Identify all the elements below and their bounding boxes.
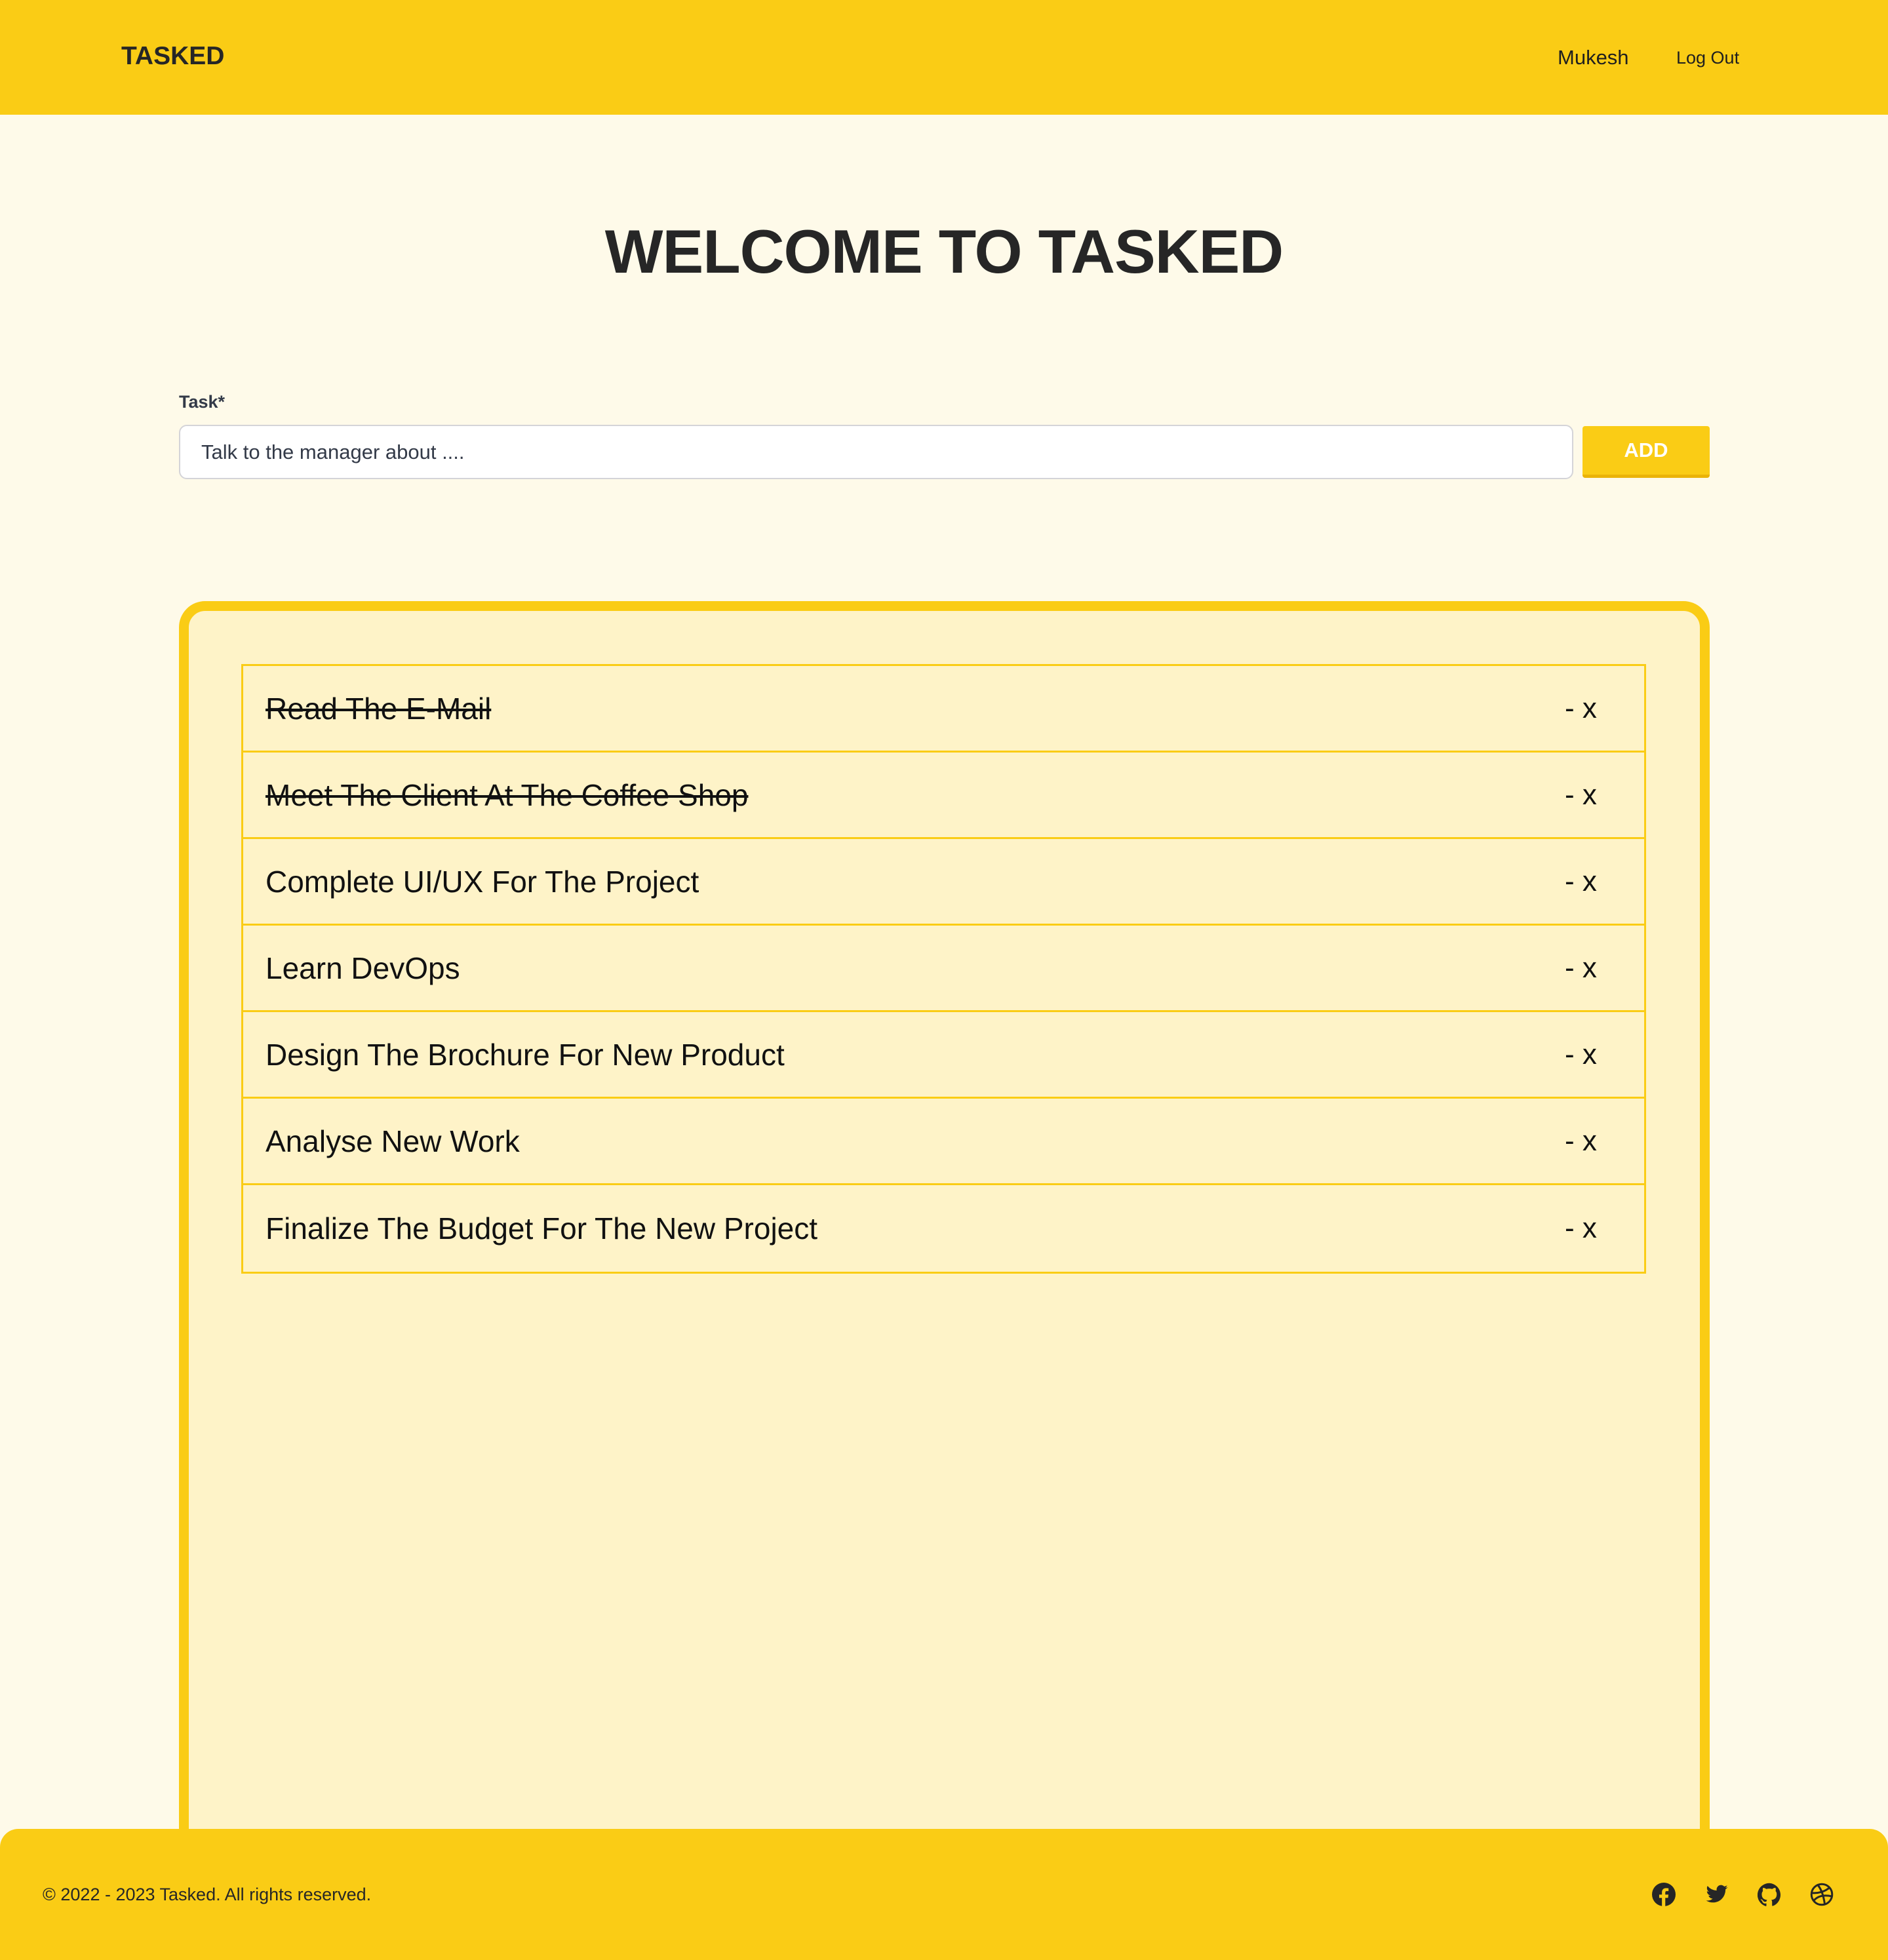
remove-task-button[interactable]: - x: [1565, 952, 1597, 985]
copyright: © 2022 - 2023 Tasked. All rights reserve…: [43, 1885, 372, 1904]
header: TASKED Mukesh Log Out: [0, 0, 1888, 115]
logo[interactable]: TASKED: [121, 42, 224, 71]
task-text[interactable]: Learn DevOps: [266, 951, 460, 986]
task-input[interactable]: [179, 425, 1573, 479]
remove-task-button[interactable]: - x: [1565, 779, 1597, 812]
task-text[interactable]: Meet The Client At The Coffee Shop: [266, 777, 748, 813]
task-text[interactable]: Read The E-Mail: [266, 691, 491, 726]
task-row[interactable]: Analyse New Work - x: [243, 1099, 1644, 1185]
task-text[interactable]: Design The Brochure For New Product: [266, 1037, 785, 1072]
remove-task-button[interactable]: - x: [1565, 865, 1597, 898]
footer: © 2022 - 2023 Tasked. All rights reserve…: [0, 1829, 1888, 1960]
remove-task-button[interactable]: - x: [1565, 692, 1597, 725]
task-row[interactable]: Design The Brochure For New Product - x: [243, 1012, 1644, 1099]
task-row[interactable]: Read The E-Mail - x: [243, 666, 1644, 753]
facebook-icon[interactable]: [1652, 1883, 1676, 1906]
remove-task-button[interactable]: - x: [1565, 1125, 1597, 1158]
page-title: WELCOME TO TASKED: [604, 217, 1284, 286]
github-icon[interactable]: [1758, 1883, 1781, 1906]
task-text[interactable]: Finalize The Budget For The New Project: [266, 1211, 817, 1246]
logout-link[interactable]: Log Out: [1676, 48, 1739, 68]
task-row[interactable]: Finalize The Budget For The New Project -…: [243, 1185, 1644, 1272]
task-row[interactable]: Learn DevOps - x: [243, 926, 1644, 1012]
task-list: Read The E-Mail - x Meet The Client At The…: [241, 664, 1646, 1274]
task-text[interactable]: Complete UI/UX For The Project: [266, 864, 699, 899]
remove-task-button[interactable]: - x: [1565, 1038, 1597, 1071]
twitter-icon[interactable]: [1705, 1883, 1729, 1906]
dribbble-icon[interactable]: [1810, 1883, 1834, 1906]
task-row[interactable]: Complete UI/UX For The Project - x: [243, 839, 1644, 926]
user-name[interactable]: Mukesh: [1558, 46, 1629, 69]
task-label: Task*: [179, 392, 226, 412]
task-text[interactable]: Analyse New Work: [266, 1124, 520, 1159]
remove-task-button[interactable]: - x: [1565, 1212, 1597, 1245]
task-row[interactable]: Meet The Client At The Coffee Shop - x: [243, 753, 1644, 839]
add-button[interactable]: ADD: [1583, 426, 1710, 478]
